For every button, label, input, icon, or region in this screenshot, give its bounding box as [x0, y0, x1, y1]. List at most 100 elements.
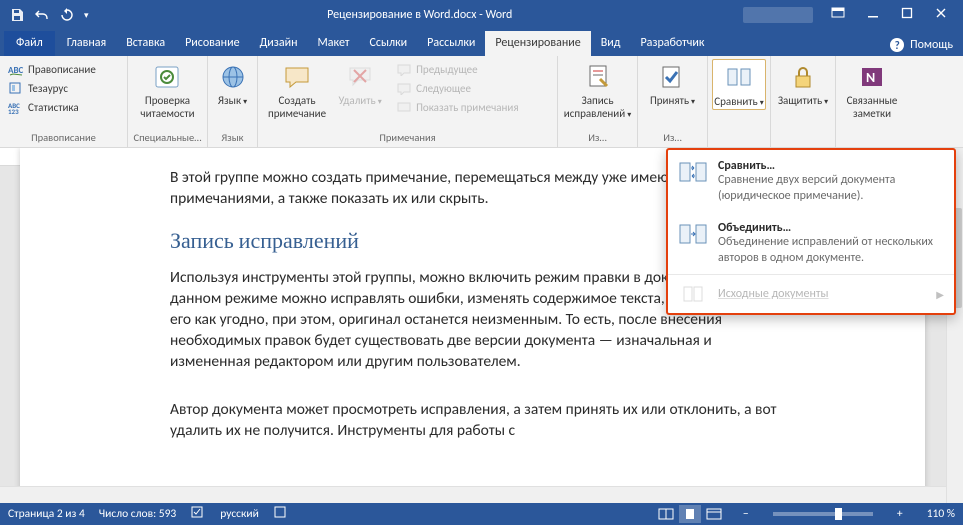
zoom-slider[interactable] — [773, 512, 873, 516]
new-comment-button[interactable]: Создать примечание — [262, 59, 332, 120]
tab-mailings[interactable]: Рассылки — [417, 31, 485, 56]
spelling-icon: ABC — [8, 61, 24, 77]
undo-icon[interactable] — [34, 8, 50, 22]
help-icon[interactable]: ? — [890, 38, 904, 52]
group-onenote-label — [836, 131, 908, 147]
readability-label: Проверка читаемости — [140, 95, 194, 120]
group-protect-label — [771, 131, 835, 147]
spelling-button[interactable]: ABC Правописание — [4, 60, 100, 78]
svg-text:N: N — [866, 69, 875, 86]
combine-menu-item[interactable]: Объединить… Объединение исправлений от н… — [668, 212, 954, 274]
thesaurus-icon — [8, 80, 24, 96]
window-controls — [823, 7, 963, 23]
spelling-label: Правописание — [28, 63, 96, 76]
readability-button[interactable]: Проверка читаемости — [134, 59, 200, 120]
protect-icon — [787, 61, 819, 93]
show-comments-label: Показать примечания — [416, 101, 518, 114]
language-status[interactable]: русский — [220, 507, 259, 521]
group-compare-label — [708, 131, 770, 147]
help-label[interactable]: Помощь — [910, 38, 953, 52]
tab-view[interactable]: Вид — [591, 31, 631, 56]
minimize-icon[interactable] — [867, 7, 879, 23]
delete-comment-button: Удалить▾ — [332, 59, 388, 108]
next-comment-icon — [396, 80, 412, 96]
account-area[interactable] — [743, 7, 813, 23]
print-layout-button[interactable] — [679, 505, 701, 523]
track-changes-label: Запись исправлений — [564, 94, 625, 120]
group-special-label: Специальные… — [128, 131, 207, 147]
compare-dropdown: Сравнить… Сравнение двух версий документ… — [666, 148, 956, 315]
zoom-out-button[interactable]: − — [739, 507, 753, 521]
language-button[interactable]: Язык▾ — [208, 59, 258, 108]
show-comments-button: Показать примечания — [392, 98, 522, 116]
redo-icon[interactable] — [60, 8, 74, 22]
read-mode-button[interactable] — [655, 505, 677, 523]
compare-item-title: Сравнить… — [718, 159, 944, 173]
thesaurus-button[interactable]: Тезаурус — [4, 79, 100, 97]
compare-menu-item[interactable]: Сравнить… Сравнение двух версий документ… — [668, 150, 954, 212]
stats-button[interactable]: ABC123 Статистика — [4, 98, 100, 116]
ribbon-options-icon[interactable] — [831, 7, 845, 23]
quick-access-toolbar: ▾ — [0, 8, 97, 22]
onenote-label: Связанные заметки — [847, 95, 898, 120]
status-bar: Страница 2 из 4 Число слов: 593 русский … — [0, 503, 963, 525]
web-layout-button[interactable] — [703, 505, 725, 523]
group-language-label: Язык — [208, 131, 257, 147]
track-changes-button[interactable]: Запись исправлений▾ — [562, 59, 633, 120]
prev-comment-icon — [396, 61, 412, 77]
compare-item-desc: Сравнение двух версий документа (юридиче… — [718, 173, 944, 204]
source-docs-label: Исходные документы — [718, 287, 829, 301]
thesaurus-label: Тезаурус — [28, 82, 68, 95]
prev-comment-button: Предыдущее — [392, 60, 522, 78]
next-comment-label: Следующее — [416, 82, 471, 95]
maximize-icon[interactable] — [901, 7, 913, 23]
compare-button[interactable]: Сравнить▾ — [712, 59, 766, 110]
save-icon[interactable] — [10, 8, 24, 22]
tab-review[interactable]: Рецензирование — [485, 31, 590, 56]
tab-home[interactable]: Главная — [57, 31, 116, 56]
close-icon[interactable] — [935, 7, 947, 23]
accept-icon — [656, 61, 688, 93]
group-tracking-label: Из… — [558, 131, 637, 147]
qat-customize-icon[interactable]: ▾ — [84, 10, 89, 21]
source-docs-icon — [678, 281, 708, 307]
readability-icon — [151, 61, 183, 93]
window-title: Рецензирование в Word.docx - Word — [97, 8, 743, 22]
combine-item-title: Объединить… — [718, 221, 944, 235]
tab-references[interactable]: Ссылки — [360, 31, 418, 56]
new-comment-icon — [281, 61, 313, 93]
zoom-in-button[interactable]: + — [893, 507, 907, 521]
spell-status-icon[interactable] — [190, 505, 206, 523]
compare-icon — [723, 62, 755, 94]
prev-comment-label: Предыдущее — [416, 63, 478, 76]
zoom-level[interactable]: 110 % — [927, 507, 955, 521]
compare-item-icon — [678, 159, 708, 185]
page-indicator[interactable]: Страница 2 из 4 — [8, 507, 85, 521]
next-comment-button: Следующее — [392, 79, 522, 97]
tab-developer[interactable]: Разработчик — [630, 31, 714, 56]
group-comments-label: Примечания — [258, 131, 557, 147]
group-proofing-label: Правописание — [0, 131, 127, 147]
accessibility-icon[interactable] — [273, 505, 287, 523]
stats-label: Статистика — [28, 101, 79, 114]
accept-button[interactable]: Принять▾ — [644, 59, 701, 108]
tab-draw[interactable]: Рисование — [175, 31, 249, 56]
svg-text:123: 123 — [8, 107, 19, 114]
language-label: Язык — [218, 94, 241, 107]
tab-file[interactable]: Файл — [4, 31, 55, 56]
combine-item-icon — [678, 221, 708, 247]
stats-icon: ABC123 — [8, 99, 24, 115]
combine-item-desc: Объединение исправлений от нескольких ав… — [718, 235, 944, 266]
protect-button[interactable]: Защитить▾ — [775, 59, 831, 108]
delete-comment-icon — [344, 61, 376, 93]
title-bar: ▾ Рецензирование в Word.docx - Word — [0, 0, 963, 30]
onenote-button[interactable]: N Связанные заметки — [841, 59, 904, 120]
horizontal-scrollbar[interactable] — [0, 486, 946, 503]
tab-layout[interactable]: Макет — [308, 31, 360, 56]
tab-insert[interactable]: Вставка — [116, 31, 175, 56]
delete-comment-label: Удалить — [338, 94, 375, 107]
new-comment-label: Создать примечание — [268, 95, 326, 120]
ribbon-tabs: Файл Главная Вставка Рисование Дизайн Ма… — [0, 30, 963, 56]
tab-design[interactable]: Дизайн — [250, 31, 308, 56]
word-count[interactable]: Число слов: 593 — [99, 507, 176, 521]
